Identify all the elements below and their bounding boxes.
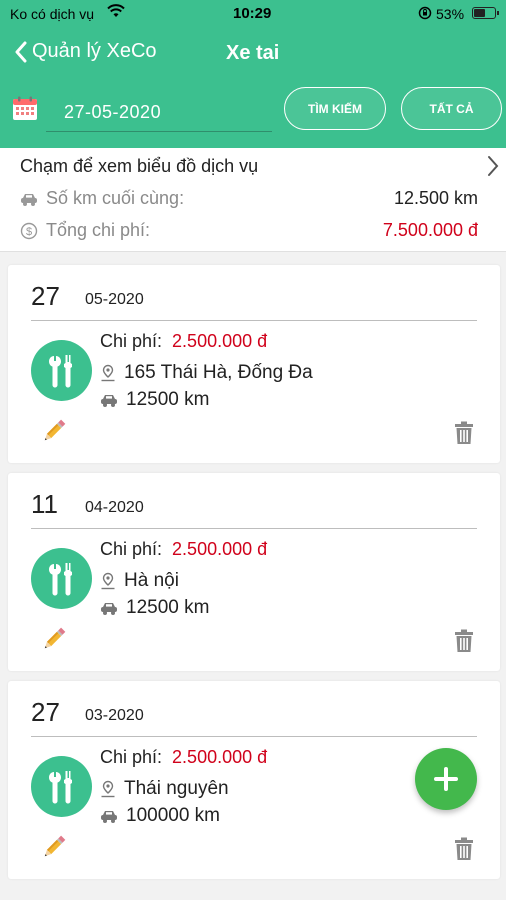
clock: 10:29	[233, 5, 272, 22]
nav-bar: Quản lý XeCo Xe tai	[0, 28, 506, 78]
pencil-icon[interactable]	[40, 417, 68, 450]
entry-km: 12500 km	[100, 597, 209, 619]
last-km-label: Số km cuối cùng:	[46, 188, 185, 208]
chevron-left-icon	[15, 41, 27, 62]
entry-km-text: 100000 km	[126, 805, 221, 826]
back-label: Quản lý XeCo	[32, 40, 157, 62]
entry-month-year: 05-2020	[85, 291, 144, 308]
entry-km: 100000 km	[100, 805, 220, 827]
car-icon	[21, 193, 37, 206]
car-icon	[101, 603, 117, 615]
date-field[interactable]	[46, 94, 272, 132]
car-icon	[101, 395, 117, 407]
service-entry-card[interactable]: 27 05-2020 Chi phí: 2.500.000 đ 165 Thái …	[8, 265, 500, 463]
location-pin-icon	[101, 364, 115, 382]
car-icon	[101, 811, 117, 823]
entry-location: 165 Thái Hà, Đống Đa	[100, 362, 313, 384]
divider	[31, 528, 477, 529]
lock-rotation-icon	[418, 6, 432, 23]
status-bar: Ko có dịch vụ 10:29 53%	[0, 0, 506, 28]
wrench-icon	[31, 756, 92, 817]
entry-cost: Chi phí: 2.500.000 đ	[100, 539, 267, 560]
pencil-icon[interactable]	[40, 833, 68, 866]
add-entry-button[interactable]	[415, 748, 477, 810]
entry-location: Thái nguyên	[100, 778, 229, 800]
entry-cost: Chi phí: 2.500.000 đ	[100, 747, 267, 768]
last-km-value: 12.500 km	[393, 188, 478, 208]
trash-icon[interactable]	[454, 837, 474, 866]
divider	[31, 736, 477, 737]
wifi-icon	[107, 4, 125, 21]
total-cost-label: Tổng chi phí:	[46, 220, 151, 240]
coin-icon: $	[20, 222, 38, 239]
filter-bar: TÌM KIẾM TẤT CẢ	[0, 78, 506, 148]
entry-cost-label: Chi phí:	[100, 747, 163, 767]
entry-location-text: Hà nội	[124, 570, 179, 591]
calendar-icon[interactable]	[12, 96, 38, 127]
divider	[31, 320, 477, 321]
entry-location: Hà nội	[100, 570, 179, 592]
entry-km-text: 12500 km	[126, 389, 210, 410]
trash-icon[interactable]	[454, 421, 474, 450]
entry-day: 27	[31, 697, 60, 727]
wrench-icon	[31, 548, 92, 609]
carrier-label: Ko có dịch vụ	[10, 6, 95, 22]
wrench-icon	[31, 340, 92, 401]
pencil-icon[interactable]	[40, 625, 68, 658]
plus-icon	[434, 767, 458, 791]
location-pin-icon	[101, 780, 115, 798]
back-button[interactable]: Quản lý XeCo	[14, 40, 157, 63]
page-title: Xe tai	[226, 42, 280, 64]
trash-icon[interactable]	[454, 629, 474, 658]
battery-icon	[472, 7, 499, 19]
entry-day: 27	[31, 281, 60, 311]
entry-cost-value: 2.500.000 đ	[172, 539, 268, 559]
entry-cost: Chi phí: 2.500.000 đ	[100, 331, 267, 352]
entry-cost-value: 2.500.000 đ	[172, 747, 268, 767]
summary-panel: Chạm để xem biểu đồ dịch vụ Số km cuối c…	[0, 148, 506, 252]
entry-cost-label: Chi phí:	[100, 539, 163, 559]
last-km-row: Số km cuối cùng: 12.500 km	[20, 188, 478, 209]
entry-km-text: 12500 km	[126, 597, 210, 618]
entry-day: 11	[31, 489, 58, 519]
entry-month-year: 03-2020	[85, 707, 144, 724]
chevron-right-icon[interactable]	[487, 155, 499, 182]
entry-cost-label: Chi phí:	[100, 331, 163, 351]
total-cost-value: 7.500.000 đ	[382, 220, 478, 240]
service-chart-link[interactable]: Chạm để xem biểu đồ dịch vụ	[20, 156, 258, 177]
entry-location-text: 165 Thái Hà, Đống Đa	[124, 362, 313, 383]
battery-percent: 53%	[436, 6, 465, 22]
service-entry-card[interactable]: 11 04-2020 Chi phí: 2.500.000 đ Hà nội 12…	[8, 473, 500, 671]
entry-km: 12500 km	[100, 389, 209, 411]
entry-cost-value: 2.500.000 đ	[172, 331, 268, 351]
svg-text:$: $	[26, 226, 32, 238]
search-button[interactable]: TÌM KIẾM	[284, 87, 386, 130]
entry-location-text: Thái nguyên	[124, 778, 229, 799]
entry-month-year: 04-2020	[85, 499, 144, 516]
location-pin-icon	[101, 572, 115, 590]
total-cost-row: $ Tổng chi phí: 7.500.000 đ	[20, 220, 478, 241]
show-all-button[interactable]: TẤT CẢ	[401, 87, 502, 130]
